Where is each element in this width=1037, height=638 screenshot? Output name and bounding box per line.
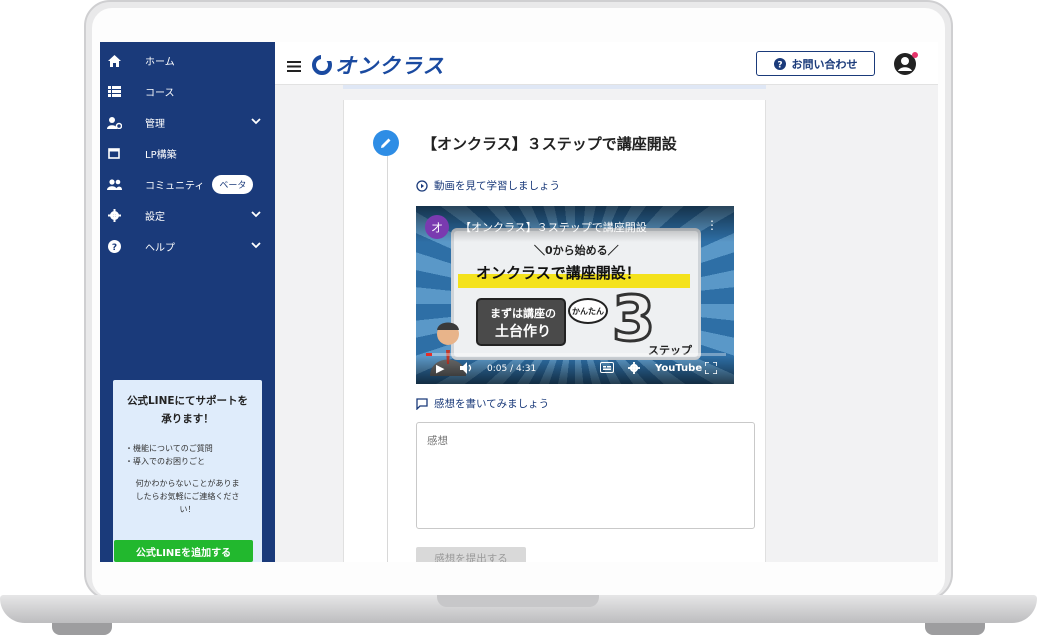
- sidebar-item-label: ヘルプ: [145, 243, 175, 254]
- sidebar-item-help[interactable]: ? ヘルプ: [100, 231, 275, 262]
- sidebar-item-label: コミュニティ: [145, 181, 205, 192]
- sidebar-item-admin[interactable]: 管理: [100, 107, 275, 138]
- volume-icon[interactable]: [460, 362, 474, 377]
- user-gear-icon: [100, 116, 128, 129]
- help-circle-icon: ?: [773, 57, 786, 70]
- box-line: 土台作り: [495, 324, 551, 340]
- video-time: 0:05 / 4:31: [487, 364, 537, 374]
- promo-bullets: ・機能についてのご質問 ・導入でのお困りごと: [125, 442, 213, 468]
- screen: ホーム コース 管理 LP構築 コミュニティ ベータ 設定 ? ヘルプ 公式LI…: [100, 42, 938, 562]
- promo-bullet: ・導入でのお困りごと: [125, 457, 205, 466]
- laptop-notch: [437, 595, 599, 607]
- avatar[interactable]: [893, 51, 919, 81]
- svg-text:?: ?: [111, 243, 116, 253]
- line-support-promo: 公式LINEにてサポートを 承ります！ ・機能についてのご質問 ・導入でのお困り…: [113, 380, 262, 562]
- box-line: まずは講座の: [490, 307, 556, 320]
- home-icon: [100, 54, 128, 67]
- sidebar: ホーム コース 管理 LP構築 コミュニティ ベータ 設定 ? ヘルプ 公式LI…: [100, 42, 275, 562]
- watch-video-text: 動画を見て学習しましょう: [434, 180, 560, 192]
- sidebar-item-lp[interactable]: LP構築: [100, 138, 275, 169]
- video-subtitle: ＼0から始める／: [534, 244, 619, 257]
- channel-avatar[interactable]: オ: [425, 215, 449, 239]
- sidebar-item-settings[interactable]: 設定: [100, 200, 275, 231]
- help-icon: ?: [100, 240, 128, 253]
- promo-title-line: 承ります！: [161, 413, 214, 425]
- youtube-video-player[interactable]: ＼0から始める／ オンクラスで講座開設！ まずは講座の 土台作り かんたん 3 …: [416, 206, 734, 384]
- onclass-logo[interactable]: オンクラス: [312, 50, 445, 80]
- sidebar-item-course[interactable]: コース: [100, 76, 275, 107]
- promo-bullet: ・機能についてのご質問: [125, 444, 213, 453]
- logo-text: オンクラス: [335, 54, 445, 78]
- captions-icon[interactable]: [600, 362, 614, 376]
- timeline-line: [387, 152, 388, 562]
- promo-text-line: い！: [179, 505, 196, 514]
- youtube-logo[interactable]: YouTube: [655, 363, 702, 374]
- add-line-button[interactable]: 公式LINEを追加する: [114, 540, 253, 562]
- video-step-box-text: まずは講座の 土台作り: [478, 304, 568, 342]
- people-icon: [100, 179, 128, 190]
- video-progress-fill: [426, 353, 432, 356]
- hamburger-menu-icon[interactable]: [287, 57, 301, 76]
- sidebar-item-label: 設定: [145, 212, 165, 223]
- play-icon[interactable]: ▶: [436, 362, 444, 375]
- fullscreen-icon[interactable]: [704, 361, 718, 377]
- window-icon: [100, 148, 128, 159]
- write-comment-label: 感想を書いてみましょう: [416, 396, 549, 411]
- more-vertical-icon[interactable]: ⋮: [706, 218, 718, 232]
- list-icon: [100, 86, 128, 97]
- card-top-divider: [343, 85, 766, 89]
- promo-text: 何かわからないことがありま したらお気軽にご連絡くださ い！: [119, 477, 256, 516]
- gear-icon: [100, 209, 128, 222]
- sidebar-item-label: 管理: [145, 119, 165, 130]
- chevron-down-icon: [251, 210, 261, 221]
- promo-text-line: したらお気軽にご連絡くださ: [135, 492, 240, 501]
- beta-badge: ベータ: [212, 175, 254, 194]
- play-circle-icon: [416, 179, 428, 192]
- lesson-card: 【オンクラス】３ステップで講座開設 動画を見て学習しましょう ＼0から始める／ …: [343, 100, 766, 562]
- laptop-foot-left: [52, 623, 112, 635]
- video-title[interactable]: 【オンクラス】３ステップで講座開設: [460, 219, 647, 235]
- video-headline: オンクラスで講座開設！: [476, 264, 641, 282]
- top-header: オンクラス ? お問い合わせ: [275, 42, 938, 85]
- video-progress-track[interactable]: [426, 353, 726, 356]
- sidebar-item-label: ホーム: [145, 57, 175, 68]
- comment-icon: [416, 397, 428, 410]
- svg-text:?: ?: [777, 60, 782, 70]
- sidebar-item-label: コース: [145, 88, 175, 99]
- settings-gear-icon[interactable]: [628, 362, 640, 377]
- pencil-icon: [373, 130, 399, 156]
- sidebar-item-label: LP構築: [145, 150, 177, 161]
- submit-comment-button[interactable]: 感想を提出する: [416, 547, 526, 562]
- sidebar-item-home[interactable]: ホーム: [100, 45, 275, 76]
- write-comment-text: 感想を書いてみましょう: [434, 398, 550, 410]
- sidebar-item-community[interactable]: コミュニティ ベータ: [100, 169, 275, 200]
- contact-button-label: お問い合わせ: [791, 57, 858, 71]
- contact-button[interactable]: ? お問い合わせ: [756, 51, 875, 76]
- laptop-foot-right: [925, 623, 985, 635]
- comment-textarea[interactable]: [416, 422, 755, 529]
- promo-title: 公式LINEにてサポートを 承ります！: [113, 392, 262, 428]
- promo-title-line: 公式LINEにてサポートを: [126, 395, 249, 407]
- chevron-down-icon: [251, 241, 261, 252]
- logo-mark-icon: [312, 55, 332, 75]
- speech-bubble: かんたん: [568, 298, 608, 324]
- chevron-down-icon: [251, 117, 261, 128]
- promo-text-line: 何かわからないことがありま: [135, 479, 240, 488]
- video-step-box: まずは講座の 土台作り: [476, 298, 566, 346]
- lesson-title: 【オンクラス】３ステップで講座開設: [422, 135, 677, 153]
- watch-video-label: 動画を見て学習しましょう: [416, 178, 560, 193]
